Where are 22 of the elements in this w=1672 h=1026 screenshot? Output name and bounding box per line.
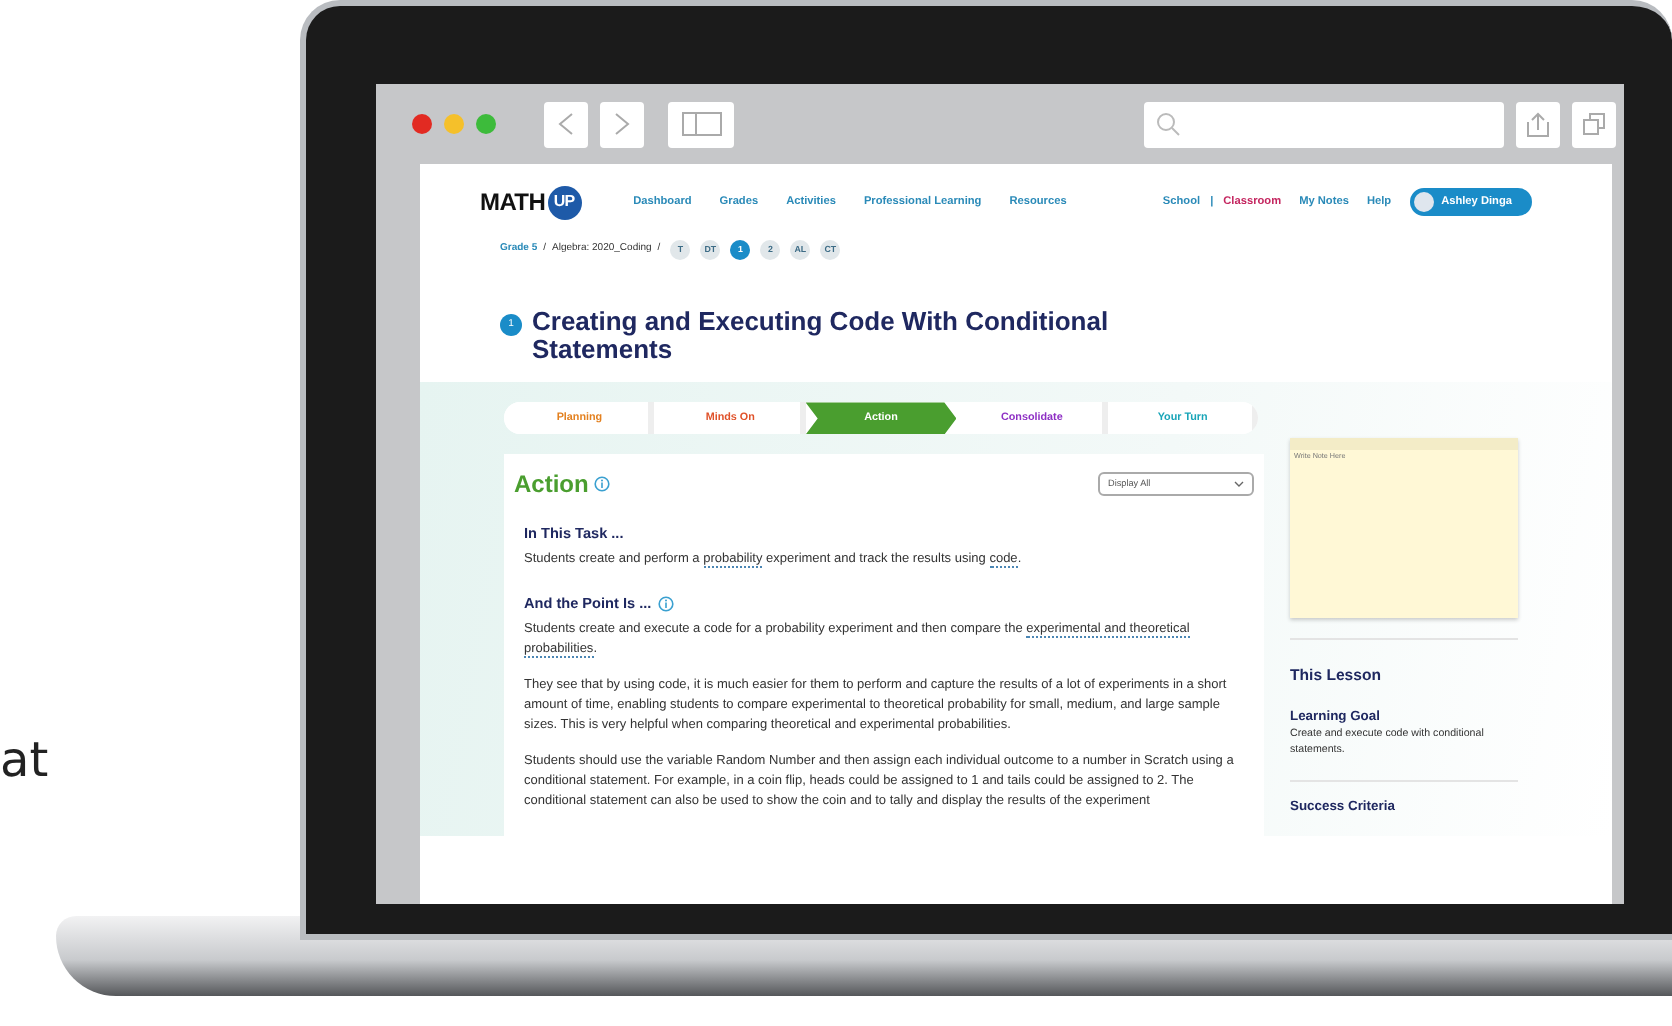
caption-text: at — [0, 730, 49, 792]
window-control-dot[interactable] — [444, 114, 464, 134]
back-button[interactable] — [544, 101, 588, 147]
sidebar-icon — [681, 112, 721, 136]
window-control-dot[interactable] — [412, 114, 432, 134]
lesson-title: Creating and Executing Code With Conditional Statements — [532, 308, 1111, 363]
tabs-button[interactable] — [1572, 101, 1616, 147]
search-field[interactable] — [1144, 101, 1504, 147]
chevron-icon — [1234, 480, 1244, 489]
share-icon — [1526, 111, 1550, 137]
search-icon — [1156, 112, 1180, 136]
share-button[interactable] — [1516, 101, 1560, 147]
sidebar-button[interactable] — [668, 101, 734, 147]
info-icon — [594, 476, 611, 493]
forward-button[interactable] — [600, 101, 644, 147]
section-heading: Action — [514, 470, 589, 500]
info-icon — [657, 596, 674, 613]
logo[interactable]: MATH UP — [480, 184, 582, 220]
forward-icon — [614, 112, 630, 136]
window-control-dot[interactable] — [476, 114, 496, 134]
back-icon — [558, 112, 574, 136]
tabs-icon — [1582, 112, 1606, 136]
